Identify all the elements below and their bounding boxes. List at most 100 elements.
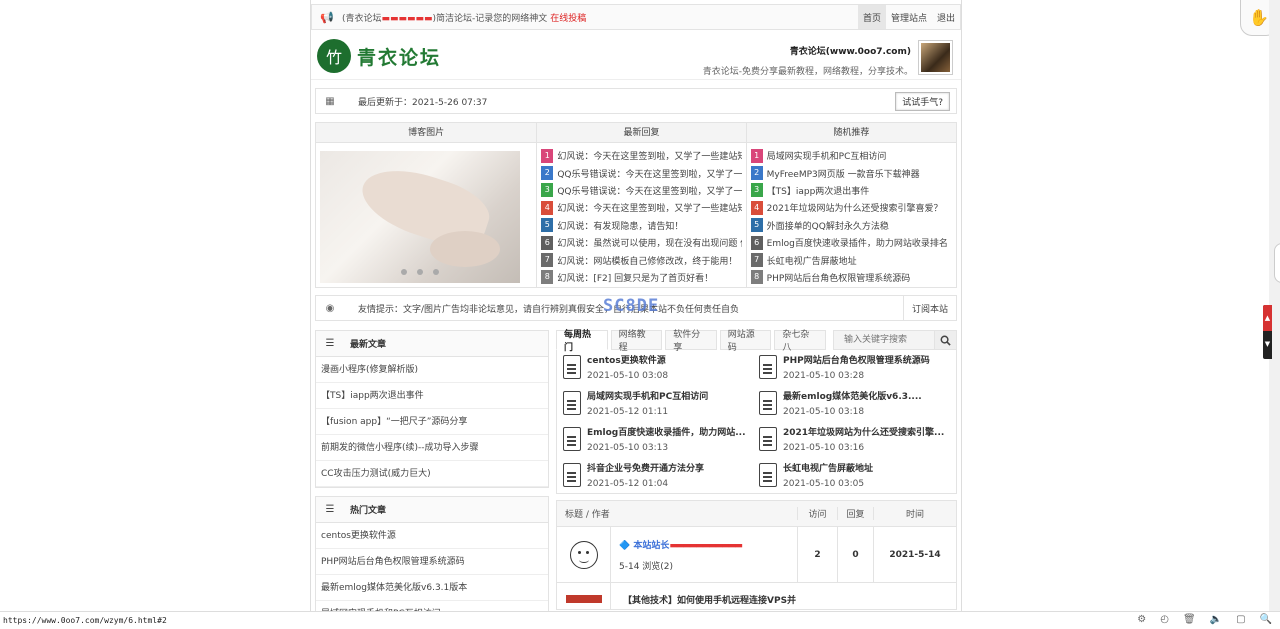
- topic-title[interactable]: 🔷 本站站长▬▬▬▬▬▬▬▬▬▬▬: [619, 538, 797, 551]
- article-item[interactable]: 长虹电视广告屏蔽地址 2021-05-10 03:05: [759, 460, 955, 490]
- reply-item[interactable]: 4 幻风说：今天在这里签到啦，又学了一些建站知: [541, 199, 742, 216]
- article-title[interactable]: 最新emlog媒体范美化版v6.3....: [783, 389, 953, 402]
- list-item[interactable]: 局域网实现手机和PC互相访问: [316, 601, 548, 611]
- item-text: 幻风说：今天在这里签到啦，又学了一些建站知: [557, 204, 742, 215]
- document-icon: [759, 463, 777, 487]
- side-float-handle[interactable]: [1274, 243, 1280, 283]
- nav-logout[interactable]: 退出: [932, 5, 960, 29]
- article-item[interactable]: Emlog百度快速收录插件，助力网站... 2021-05-10 03:13: [563, 424, 759, 454]
- tab-weekly-hot[interactable]: 每周热门: [556, 330, 608, 353]
- reply-item[interactable]: 5 幻风说：有发现隐患，请告知！: [541, 217, 741, 234]
- item-text: Emlog百度快速收录插件，助力网站收录排名: [766, 239, 948, 250]
- trash-icon[interactable]: 🗑: [1183, 614, 1196, 625]
- article-title[interactable]: 2021年垃圾网站为什么还受搜索引擎...: [783, 425, 953, 438]
- search-icon[interactable]: [933, 331, 956, 349]
- tab-misc[interactable]: 杂七杂八: [774, 330, 826, 353]
- article-item[interactable]: PHP网站后台角色权限管理系统源码 2021-05-10 03:28: [759, 352, 955, 382]
- random-item[interactable]: 4 2021年垃圾网站为什么还受搜索引擎喜爱？: [750, 199, 952, 216]
- topic-title[interactable]: 【其他技术】如何使用手机远程连接VPS并: [611, 583, 797, 606]
- submit-link[interactable]: 在线投稿: [550, 14, 586, 24]
- reply-item[interactable]: 7 幻风说：网站模板自己修修改改，终于能用！: [541, 251, 741, 268]
- document-icon: [759, 391, 777, 415]
- random-item[interactable]: 1 局域网实现手机和PC互相访问: [750, 147, 952, 164]
- random-item[interactable]: 8 PHP网站后台角色权限管理系统源码: [750, 269, 952, 286]
- rank-badge: 1: [541, 148, 554, 163]
- image-slider[interactable]: [320, 151, 520, 283]
- site-logo[interactable]: 竹 青衣论坛: [317, 39, 441, 73]
- item-text: 外面接单的QQ解封永久方法稳: [766, 221, 889, 232]
- random-item[interactable]: 7 长虹电视广告屏蔽地址: [750, 251, 952, 268]
- document-icon: [759, 427, 777, 451]
- list-item[interactable]: 前期发的微信小程序(续)--成功导入步骤: [316, 435, 548, 461]
- reply-item[interactable]: 2 QQ乐号错误说：今天在这里签到啦，又学了一些: [541, 164, 742, 181]
- featured-panels: 博客图片 最新回复 1 幻风说：今天在这里签到啦，又学了一些建站知 2 QQ乐号错误说…: [315, 122, 957, 288]
- list-item[interactable]: 【TS】iapp两次退出事件: [316, 383, 548, 409]
- list-item[interactable]: 漫画小程序(修复解析版): [316, 357, 548, 383]
- rank-badge: 6: [750, 235, 763, 250]
- window-icon[interactable]: ▢: [1236, 614, 1245, 625]
- list-item[interactable]: centos更换软件源: [316, 523, 548, 549]
- list-item[interactable]: PHP网站后台角色权限管理系统源码: [316, 549, 548, 575]
- table-row[interactable]: 【其他技术】如何使用手机远程连接VPS并: [557, 583, 956, 609]
- left-column: ☰ 最新文章 漫画小程序(修复解析版) 【TS】iapp两次退出事件 【fusion …: [315, 330, 549, 611]
- panel-title: 博客图片: [316, 123, 537, 143]
- slider-dot[interactable]: [417, 269, 423, 275]
- scroll-top-icon[interactable]: ▲: [1263, 305, 1272, 331]
- zoom-icon[interactable]: 🔍: [1260, 614, 1272, 625]
- article-title[interactable]: 长虹电视广告屏蔽地址: [783, 461, 953, 474]
- article-item[interactable]: 局域网实现手机和PC互相访问 2021-05-12 01:11: [563, 388, 759, 418]
- article-item[interactable]: 最新emlog媒体范美化版v6.3.... 2021-05-10 03:18: [759, 388, 955, 418]
- article-title[interactable]: centos更换软件源: [587, 353, 757, 366]
- extension-icon[interactable]: ⚙: [1137, 614, 1146, 625]
- search-input[interactable]: [833, 331, 934, 349]
- article-title[interactable]: PHP网站后台角色权限管理系统源码: [783, 353, 953, 366]
- nav-home[interactable]: 首页: [857, 5, 886, 29]
- article-item[interactable]: 2021年垃圾网站为什么还受搜索引擎... 2021-05-10 03:16: [759, 424, 955, 454]
- random-item[interactable]: 2 MyFreeMP3网页版 一款音乐下载神器: [750, 164, 952, 181]
- article-grid: centos更换软件源 2021-05-10 03:08 PHP网站后台角色权限管理…: [556, 350, 957, 494]
- slider-dot[interactable]: [433, 269, 439, 275]
- rank-badge: 6: [541, 235, 554, 250]
- rank-badge: 4: [541, 200, 554, 215]
- table-row[interactable]: 🔷 本站站长▬▬▬▬▬▬▬▬▬▬▬ 5-14 浏览(2) 2 0 2021-5-…: [557, 527, 956, 583]
- side-float-buttons[interactable]: ▲ ▼: [1263, 305, 1272, 359]
- search-box: [832, 330, 957, 350]
- subscribe-link[interactable]: 订阅本站: [902, 296, 956, 320]
- tab-source[interactable]: 网站源码: [719, 330, 772, 353]
- slider-dot[interactable]: [401, 269, 407, 275]
- random-item[interactable]: 5 外面接单的QQ解封永久方法稳: [750, 217, 952, 234]
- item-text: 【TS】iapp两次退出事件: [766, 186, 870, 197]
- item-text: QQ乐号错误说：今天在这里签到啦，又学了一些: [557, 186, 742, 197]
- reply-item[interactable]: 3 QQ乐号错误说：今天在这里签到啦，又学了一些: [541, 182, 742, 199]
- scroll-bottom-icon[interactable]: ▼: [1263, 331, 1272, 357]
- avatar[interactable]: [918, 40, 953, 75]
- tab-software[interactable]: 软件分享: [665, 330, 717, 353]
- list-item[interactable]: CC攻击压力测试(威力巨大): [316, 461, 548, 487]
- reply-item[interactable]: 6 幻风说：虽然说可以使用，现在没有出现问题 但: [541, 234, 742, 251]
- author-avatar[interactable]: [557, 527, 611, 582]
- random-button[interactable]: 试试手气?: [895, 91, 950, 111]
- speaker-icon[interactable]: 🔈: [1210, 614, 1222, 625]
- nav-manage[interactable]: 管理站点: [886, 5, 932, 29]
- article-item[interactable]: centos更换软件源 2021-05-10 03:08: [563, 352, 759, 382]
- reply-item[interactable]: 8 幻风说：[F2] 回复只是为了首页好看！: [541, 269, 741, 286]
- reply-item[interactable]: 1 幻风说：今天在这里签到啦，又学了一些建站知: [541, 147, 742, 164]
- article-title[interactable]: Emlog百度快速收录插件，助力网站...: [587, 425, 757, 438]
- list-item[interactable]: 【fusion app】“一把尺子”源码分享: [316, 409, 548, 435]
- random-item[interactable]: 3 【TS】iapp两次退出事件: [750, 182, 952, 199]
- article-item[interactable]: 抖音企业号免费开通方法分享 2021-05-12 01:04: [563, 460, 759, 490]
- tab-tutorials[interactable]: 网络教程: [610, 330, 663, 353]
- document-icon: [563, 427, 581, 451]
- document-icon: [563, 463, 581, 487]
- update-bar: ▦ 最后更新于：2021-5-26 07:37 试试手气?: [315, 88, 957, 114]
- item-text: 幻风说：有发现隐患，请告知！: [557, 221, 684, 232]
- article-title[interactable]: 局域网实现手机和PC互相访问: [587, 389, 757, 402]
- rank-badge: 5: [750, 218, 763, 233]
- site-name: 青衣论坛(www.0oo7.com): [789, 47, 911, 57]
- clock-icon[interactable]: ◴: [1160, 614, 1169, 625]
- rank-badge: 8: [541, 270, 554, 285]
- topic-thumbnail[interactable]: [557, 583, 611, 609]
- random-item[interactable]: 6 Emlog百度快速收录插件，助力网站收录排名: [750, 234, 952, 251]
- article-title[interactable]: 抖音企业号免费开通方法分享: [587, 461, 757, 474]
- list-item[interactable]: 最新emlog媒体范美化版v6.3.1版本: [316, 575, 548, 601]
